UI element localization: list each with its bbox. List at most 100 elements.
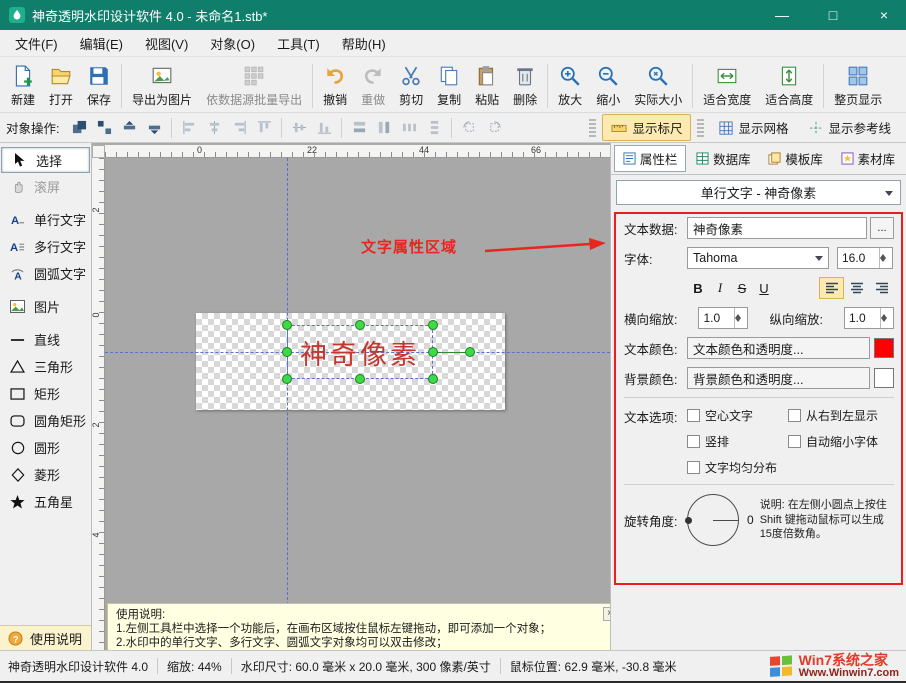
strikethrough-button[interactable]: S	[731, 277, 753, 299]
tool-multi-line-text[interactable]: A 多行文字	[0, 233, 91, 260]
copy-button[interactable]: 复制	[430, 60, 468, 112]
align-right-icon[interactable]	[228, 117, 250, 139]
spin-up-icon[interactable]	[880, 248, 886, 258]
tab-templates[interactable]: 模板库	[761, 145, 831, 172]
menu-file[interactable]: 文件(F)	[4, 30, 69, 57]
tool-triangle[interactable]: 三角形	[0, 353, 91, 380]
tool-rounded-rectangle[interactable]: 圆角矩形	[0, 407, 91, 434]
align-center-button[interactable]	[844, 277, 869, 299]
rotation-dial-dot[interactable]	[685, 517, 692, 524]
equal-spacing-v-icon[interactable]	[423, 117, 445, 139]
zoom-in-button[interactable]: 放大	[551, 60, 589, 112]
bring-forward-icon[interactable]	[118, 117, 140, 139]
checkbox-right-to-left[interactable]: 从右到左显示	[788, 407, 878, 424]
watermark-text-object[interactable]: 神奇像素	[287, 325, 433, 379]
font-select[interactable]: Tahoma	[687, 247, 829, 269]
tab-materials[interactable]: 素材库	[833, 145, 903, 172]
selection-handle-nw[interactable]	[282, 320, 292, 330]
cut-button[interactable]: 剪切	[392, 60, 430, 112]
align-left-icon[interactable]	[178, 117, 200, 139]
export-image-button[interactable]: 导出为图片	[125, 60, 199, 112]
fit-width-button[interactable]: 适合宽度	[696, 60, 758, 112]
menu-view[interactable]: 视图(V)	[134, 30, 199, 57]
menu-edit[interactable]: 编辑(E)	[69, 30, 134, 57]
show-guides-toggle[interactable]: 显示参考线	[800, 114, 900, 141]
h-scale-spinner[interactable]: 1.0	[698, 307, 749, 329]
tool-arc-text[interactable]: A 圆弧文字	[0, 260, 91, 287]
rotate-left-icon[interactable]	[458, 117, 480, 139]
spin-up-icon[interactable]	[735, 308, 742, 318]
tab-properties[interactable]: 属性栏	[614, 145, 687, 172]
zoom-out-button[interactable]: 缩小	[589, 60, 627, 112]
spin-down-icon[interactable]	[880, 318, 887, 328]
save-button[interactable]: 保存	[80, 60, 118, 112]
font-size-spinner[interactable]: 16.0	[837, 247, 893, 269]
align-middle-v-icon[interactable]	[288, 117, 310, 139]
show-grid-toggle[interactable]: 显示网格	[710, 114, 797, 141]
checkbox-auto-shrink-font[interactable]: 自动缩小字体	[788, 433, 878, 450]
new-button[interactable]: 新建	[4, 60, 42, 112]
rotation-handle[interactable]	[465, 347, 475, 357]
align-left-button[interactable]	[819, 277, 844, 299]
rotate-right-icon[interactable]	[483, 117, 505, 139]
align-bottom-icon[interactable]	[313, 117, 335, 139]
spin-down-icon[interactable]	[880, 258, 886, 268]
tool-image[interactable]: 图片	[0, 293, 91, 320]
selection-handle-ne[interactable]	[428, 320, 438, 330]
menu-help[interactable]: 帮助(H)	[331, 30, 397, 57]
checkbox-vertical-text[interactable]: 竖排	[687, 433, 784, 450]
selection-handle-n[interactable]	[355, 320, 365, 330]
show-ruler-toggle[interactable]: 显示标尺	[602, 114, 692, 141]
batch-export-button[interactable]: 依数据源批量导出	[199, 60, 309, 112]
tool-scroll[interactable]: 滚屏	[0, 173, 91, 200]
menu-object[interactable]: 对象(O)	[199, 30, 266, 57]
tool-circle[interactable]: 圆形	[0, 434, 91, 461]
whole-page-button[interactable]: 整页显示	[827, 60, 889, 112]
fit-height-button[interactable]: 适合高度	[758, 60, 820, 112]
toolbar-grip[interactable]	[697, 118, 705, 137]
checkbox-hollow-text[interactable]: 空心文字	[687, 407, 784, 424]
tab-database[interactable]: 数据库	[688, 145, 758, 172]
tool-star[interactable]: 五角星	[0, 488, 91, 515]
menu-tools[interactable]: 工具(T)	[266, 30, 331, 57]
merge-objects-icon[interactable]	[68, 117, 90, 139]
equal-spacing-h-icon[interactable]	[398, 117, 420, 139]
tool-single-line-text[interactable]: A 单行文字	[0, 206, 91, 233]
bold-button[interactable]: B	[687, 277, 709, 299]
tool-line[interactable]: 直线	[0, 326, 91, 353]
maximize-button[interactable]: □	[811, 0, 855, 30]
close-button[interactable]: ×	[862, 0, 906, 30]
text-data-input[interactable]: 神奇像素	[687, 217, 867, 239]
selection-handle-s[interactable]	[355, 374, 365, 384]
tool-rectangle[interactable]: 矩形	[0, 380, 91, 407]
align-right-button[interactable]	[869, 277, 894, 299]
selection-handle-se[interactable]	[428, 374, 438, 384]
italic-button[interactable]: I	[709, 277, 731, 299]
split-objects-icon[interactable]	[93, 117, 115, 139]
text-color-button[interactable]: 文本颜色和透明度...	[687, 337, 870, 359]
v-scale-spinner[interactable]: 1.0	[843, 307, 894, 329]
minimize-button[interactable]: —	[760, 0, 804, 30]
delete-button[interactable]: 删除	[506, 60, 544, 112]
tool-select[interactable]: 选择	[1, 147, 90, 173]
same-width-icon[interactable]	[348, 117, 370, 139]
spin-down-icon[interactable]	[735, 318, 742, 328]
align-center-h-icon[interactable]	[203, 117, 225, 139]
redo-button[interactable]: 重做	[354, 60, 392, 112]
text-color-swatch[interactable]	[874, 338, 894, 358]
same-height-icon[interactable]	[373, 117, 395, 139]
tool-diamond[interactable]: 菱形	[0, 461, 91, 488]
actual-size-button[interactable]: 实际大小	[627, 60, 689, 112]
object-selector-dropdown[interactable]: 单行文字 - 神奇像素	[616, 180, 901, 205]
rotation-dial[interactable]	[685, 494, 739, 546]
help-box-close-button[interactable]: ×	[603, 607, 610, 621]
paste-button[interactable]: 粘贴	[468, 60, 506, 112]
bg-color-swatch[interactable]	[874, 368, 894, 388]
undo-button[interactable]: 撤销	[316, 60, 354, 112]
toolbar-grip[interactable]	[589, 118, 597, 137]
send-backward-icon[interactable]	[143, 117, 165, 139]
align-top-icon[interactable]	[253, 117, 275, 139]
bg-color-button[interactable]: 背景颜色和透明度...	[687, 367, 870, 389]
checkbox-justify-text[interactable]: 文字均匀分布	[687, 459, 784, 476]
spin-up-icon[interactable]	[880, 308, 887, 318]
